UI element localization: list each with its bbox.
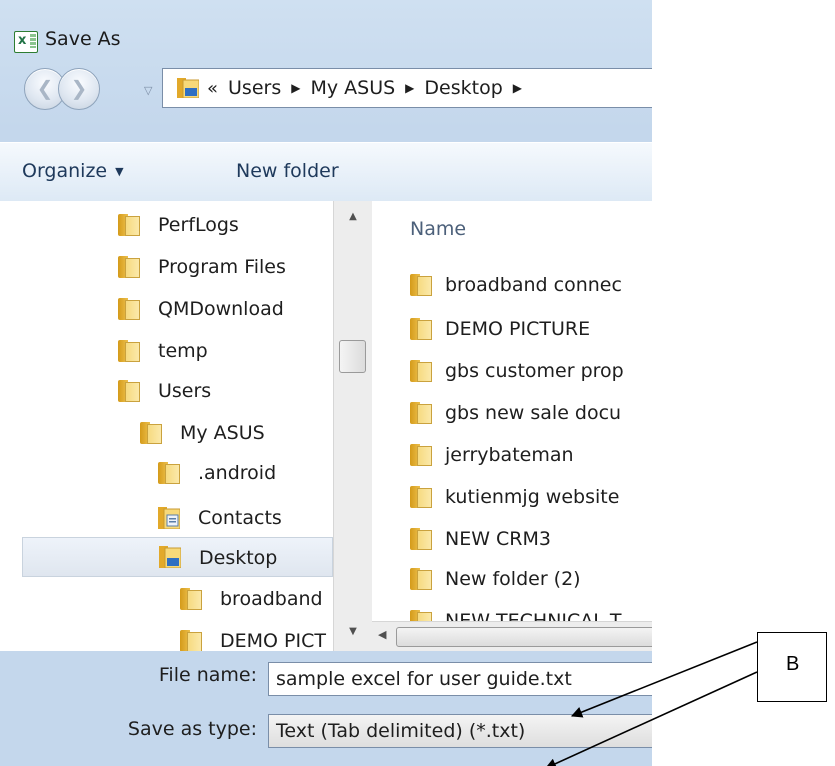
annotation-arrow <box>570 641 758 718</box>
annotation-arrows <box>544 641 758 766</box>
annotation-arrow <box>544 671 758 766</box>
